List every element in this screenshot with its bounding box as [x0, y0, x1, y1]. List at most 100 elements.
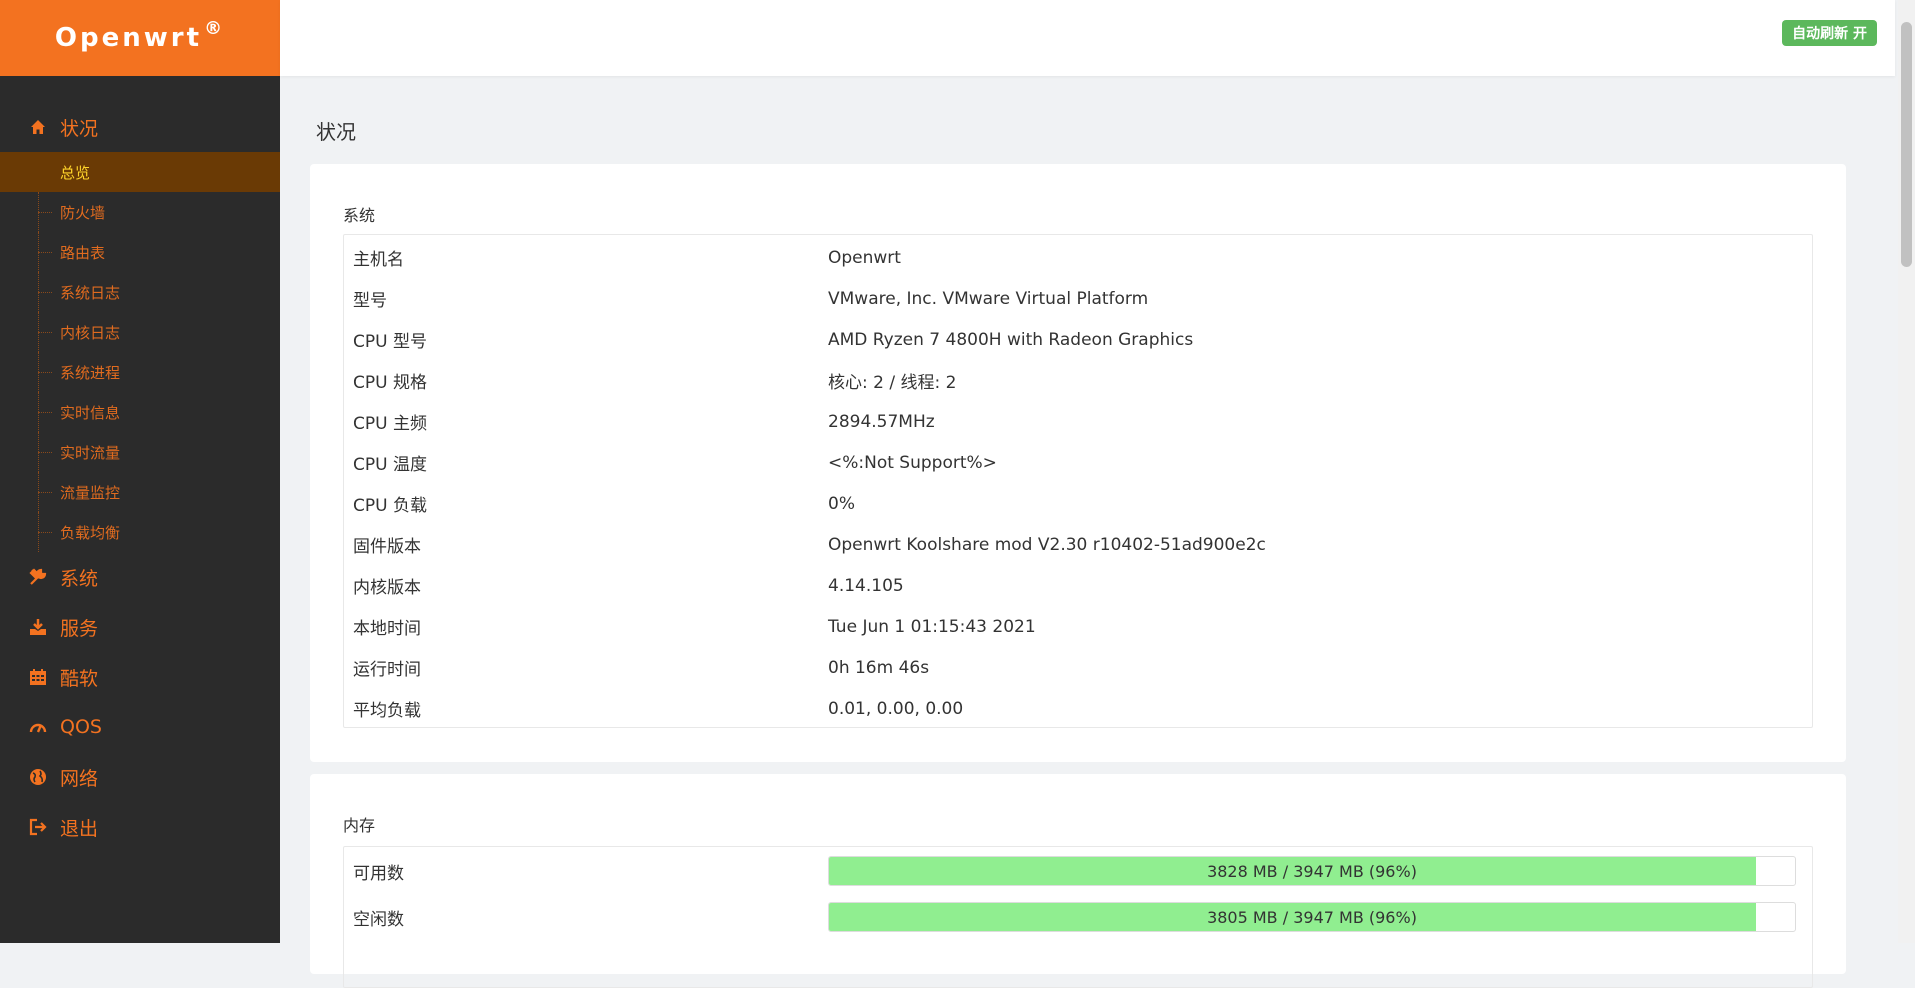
sidebar-subitem-firewall[interactable]: 防火墙: [0, 192, 280, 232]
bar-text: 3828 MB / 3947 MB (96%): [1207, 861, 1417, 881]
row-label: 空闲数: [353, 909, 404, 930]
table-row: 运行时间 0h 16m 46s: [344, 647, 1812, 688]
sidebar-subitem-syslog[interactable]: 系统日志: [0, 272, 280, 312]
row-value: Tue Jun 1 01:15:43 2021: [828, 616, 1036, 637]
sidebar-subitem-realtime-traffic[interactable]: 实时流量: [0, 432, 280, 472]
download-icon: [28, 617, 48, 637]
sidebar-item-system[interactable]: 系统: [0, 552, 280, 602]
row-value: 4.14.105: [828, 575, 904, 596]
sidebar-subitem-processes[interactable]: 系统进程: [0, 352, 280, 392]
table-row: CPU 规格 核心: 2 / 线程: 2: [344, 360, 1812, 401]
logout-icon: [28, 817, 48, 837]
table-row: CPU 主频 2894.57MHz: [344, 401, 1812, 442]
system-card: 系统 主机名 Openwrt 型号 VMware, Inc. VMware Virt…: [310, 164, 1846, 762]
page-scrollbar[interactable]: [1898, 0, 1915, 943]
main-content: 状况 系统 主机名 Openwrt 型号 VMware, Inc. VMware V…: [280, 76, 1898, 988]
system-card-title: 系统: [343, 206, 376, 225]
subitem-label: 流量监控: [60, 483, 121, 502]
table-row: 平均负载 0.01, 0.00, 0.00: [344, 688, 1812, 729]
gauge-icon: [28, 717, 48, 737]
table-row: 型号 VMware, Inc. VMware Virtual Platform: [344, 278, 1812, 319]
table-row: 固件版本 Openwrt Koolshare mod V2.30 r10402-5…: [344, 524, 1812, 565]
row-label: 可用数: [353, 863, 404, 884]
row-label: CPU 负载: [353, 496, 427, 516]
row-label: 型号: [353, 291, 387, 311]
registered-mark: ®: [204, 17, 226, 39]
sidebar-item-label: 状况: [60, 117, 99, 140]
subitem-label: 系统进程: [60, 363, 121, 382]
table-row: CPU 型号 AMD Ryzen 7 4800H with Radeon Grap…: [344, 319, 1812, 360]
subitem-label: 实时流量: [60, 443, 121, 462]
row-label: 运行时间: [353, 660, 421, 680]
subitem-label: 路由表: [60, 243, 106, 262]
row-value: 核心: 2 / 线程: 2: [828, 373, 957, 393]
memory-free-bar: 3805 MB / 3947 MB (96%): [828, 902, 1796, 932]
sidebar-subitem-load-balance[interactable]: 负载均衡: [0, 512, 280, 552]
sidebar-subitem-routes[interactable]: 路由表: [0, 232, 280, 272]
status-submenu: 总览 防火墙 路由表 系统日志 内核日志 系统进程 实时信息 实时流量 流量监控…: [0, 152, 280, 552]
table-row: 可用数 3828 MB / 3947 MB (96%): [344, 848, 1812, 894]
calendar-icon: [28, 667, 48, 687]
row-value: 0%: [828, 493, 855, 514]
table-row: CPU 温度 <%:Not Support%>: [344, 442, 1812, 483]
row-label: CPU 型号: [353, 332, 427, 352]
sidebar-subitem-realtime-info[interactable]: 实时信息: [0, 392, 280, 432]
sidebar-subitem-traffic-monitor[interactable]: 流量监控: [0, 472, 280, 512]
subitem-label: 系统日志: [60, 283, 121, 302]
subitem-label: 总览: [60, 163, 91, 182]
sidebar-item-network[interactable]: 网络: [0, 752, 280, 802]
table-row: 内核版本 4.14.105: [344, 565, 1812, 606]
sidebar-item-services[interactable]: 服务: [0, 602, 280, 652]
globe-icon: [28, 767, 48, 787]
sidebar-nav: 状况 总览 防火墙 路由表 系统日志 内核日志 系统进程 实时信息 实时流量 流…: [0, 102, 280, 852]
memory-card-title: 内存: [343, 816, 376, 835]
row-label: 主机名: [353, 250, 404, 270]
subitem-label: 内核日志: [60, 323, 121, 342]
row-label: CPU 主频: [353, 414, 427, 434]
row-label: 本地时间: [353, 619, 421, 639]
row-label: CPU 规格: [353, 373, 427, 393]
sidebar-item-label: 酷软: [60, 667, 99, 690]
sidebar-subitem-kernel-log[interactable]: 内核日志: [0, 312, 280, 352]
row-label: 固件版本: [353, 537, 421, 557]
subitem-label: 实时信息: [60, 403, 121, 422]
row-value: AMD Ryzen 7 4800H with Radeon Graphics: [828, 329, 1194, 350]
subitem-label: 负载均衡: [60, 523, 121, 542]
sidebar-item-label: 系统: [60, 567, 99, 590]
bar-text: 3805 MB / 3947 MB (96%): [1207, 907, 1417, 927]
memory-card: 内存 可用数 3828 MB / 3947 MB (96%) 空闲数 3805 …: [310, 774, 1846, 988]
tools-icon: [28, 567, 48, 587]
memory-table: 可用数 3828 MB / 3947 MB (96%) 空闲数 3805 MB …: [343, 846, 1813, 988]
sidebar-item-label: 服务: [60, 617, 99, 640]
subitem-label: 防火墙: [60, 203, 106, 222]
auto-refresh-toggle[interactable]: 自动刷新 开: [1782, 20, 1877, 46]
table-row: CPU 负载 0%: [344, 483, 1812, 524]
brand-logo[interactable]: Openwrt ®: [0, 0, 280, 76]
sidebar: Openwrt ® 状况 总览 防火墙 路由表 系统日志 内核日志 系统进程 实时…: [0, 0, 280, 943]
memory-available-bar: 3828 MB / 3947 MB (96%): [828, 856, 1796, 886]
row-label: 平均负载: [353, 701, 421, 721]
table-row: 主机名 Openwrt: [344, 237, 1812, 278]
home-icon: [28, 117, 48, 137]
sidebar-item-software[interactable]: 酷软: [0, 652, 280, 702]
sidebar-item-logout[interactable]: 退出: [0, 802, 280, 852]
sidebar-item-label: 网络: [60, 767, 99, 790]
row-value: Openwrt: [828, 247, 901, 268]
row-value: 2894.57MHz: [828, 411, 935, 432]
table-row: 空闲数 3805 MB / 3947 MB (96%): [344, 894, 1812, 940]
table-row: 本地时间 Tue Jun 1 01:15:43 2021: [344, 606, 1812, 647]
row-value: Openwrt Koolshare mod V2.30 r10402-51ad9…: [828, 534, 1266, 555]
brand-name: Openwrt: [54, 23, 203, 53]
page-title: 状况: [316, 120, 356, 144]
top-header: 自动刷新 开: [280, 0, 1895, 76]
row-label: CPU 温度: [353, 455, 427, 475]
system-table: 主机名 Openwrt 型号 VMware, Inc. VMware Virtual…: [343, 234, 1813, 728]
scrollbar-thumb[interactable]: [1901, 22, 1912, 267]
sidebar-item-qos[interactable]: QOS: [0, 702, 280, 752]
row-value: VMware, Inc. VMware Virtual Platform: [828, 288, 1149, 309]
row-label: 内核版本: [353, 578, 421, 598]
row-value: 0h 16m 46s: [828, 657, 930, 678]
sidebar-item-status[interactable]: 状况: [0, 102, 280, 152]
sidebar-subitem-overview[interactable]: 总览: [0, 152, 280, 192]
row-value: 0.01, 0.00, 0.00: [828, 698, 964, 719]
